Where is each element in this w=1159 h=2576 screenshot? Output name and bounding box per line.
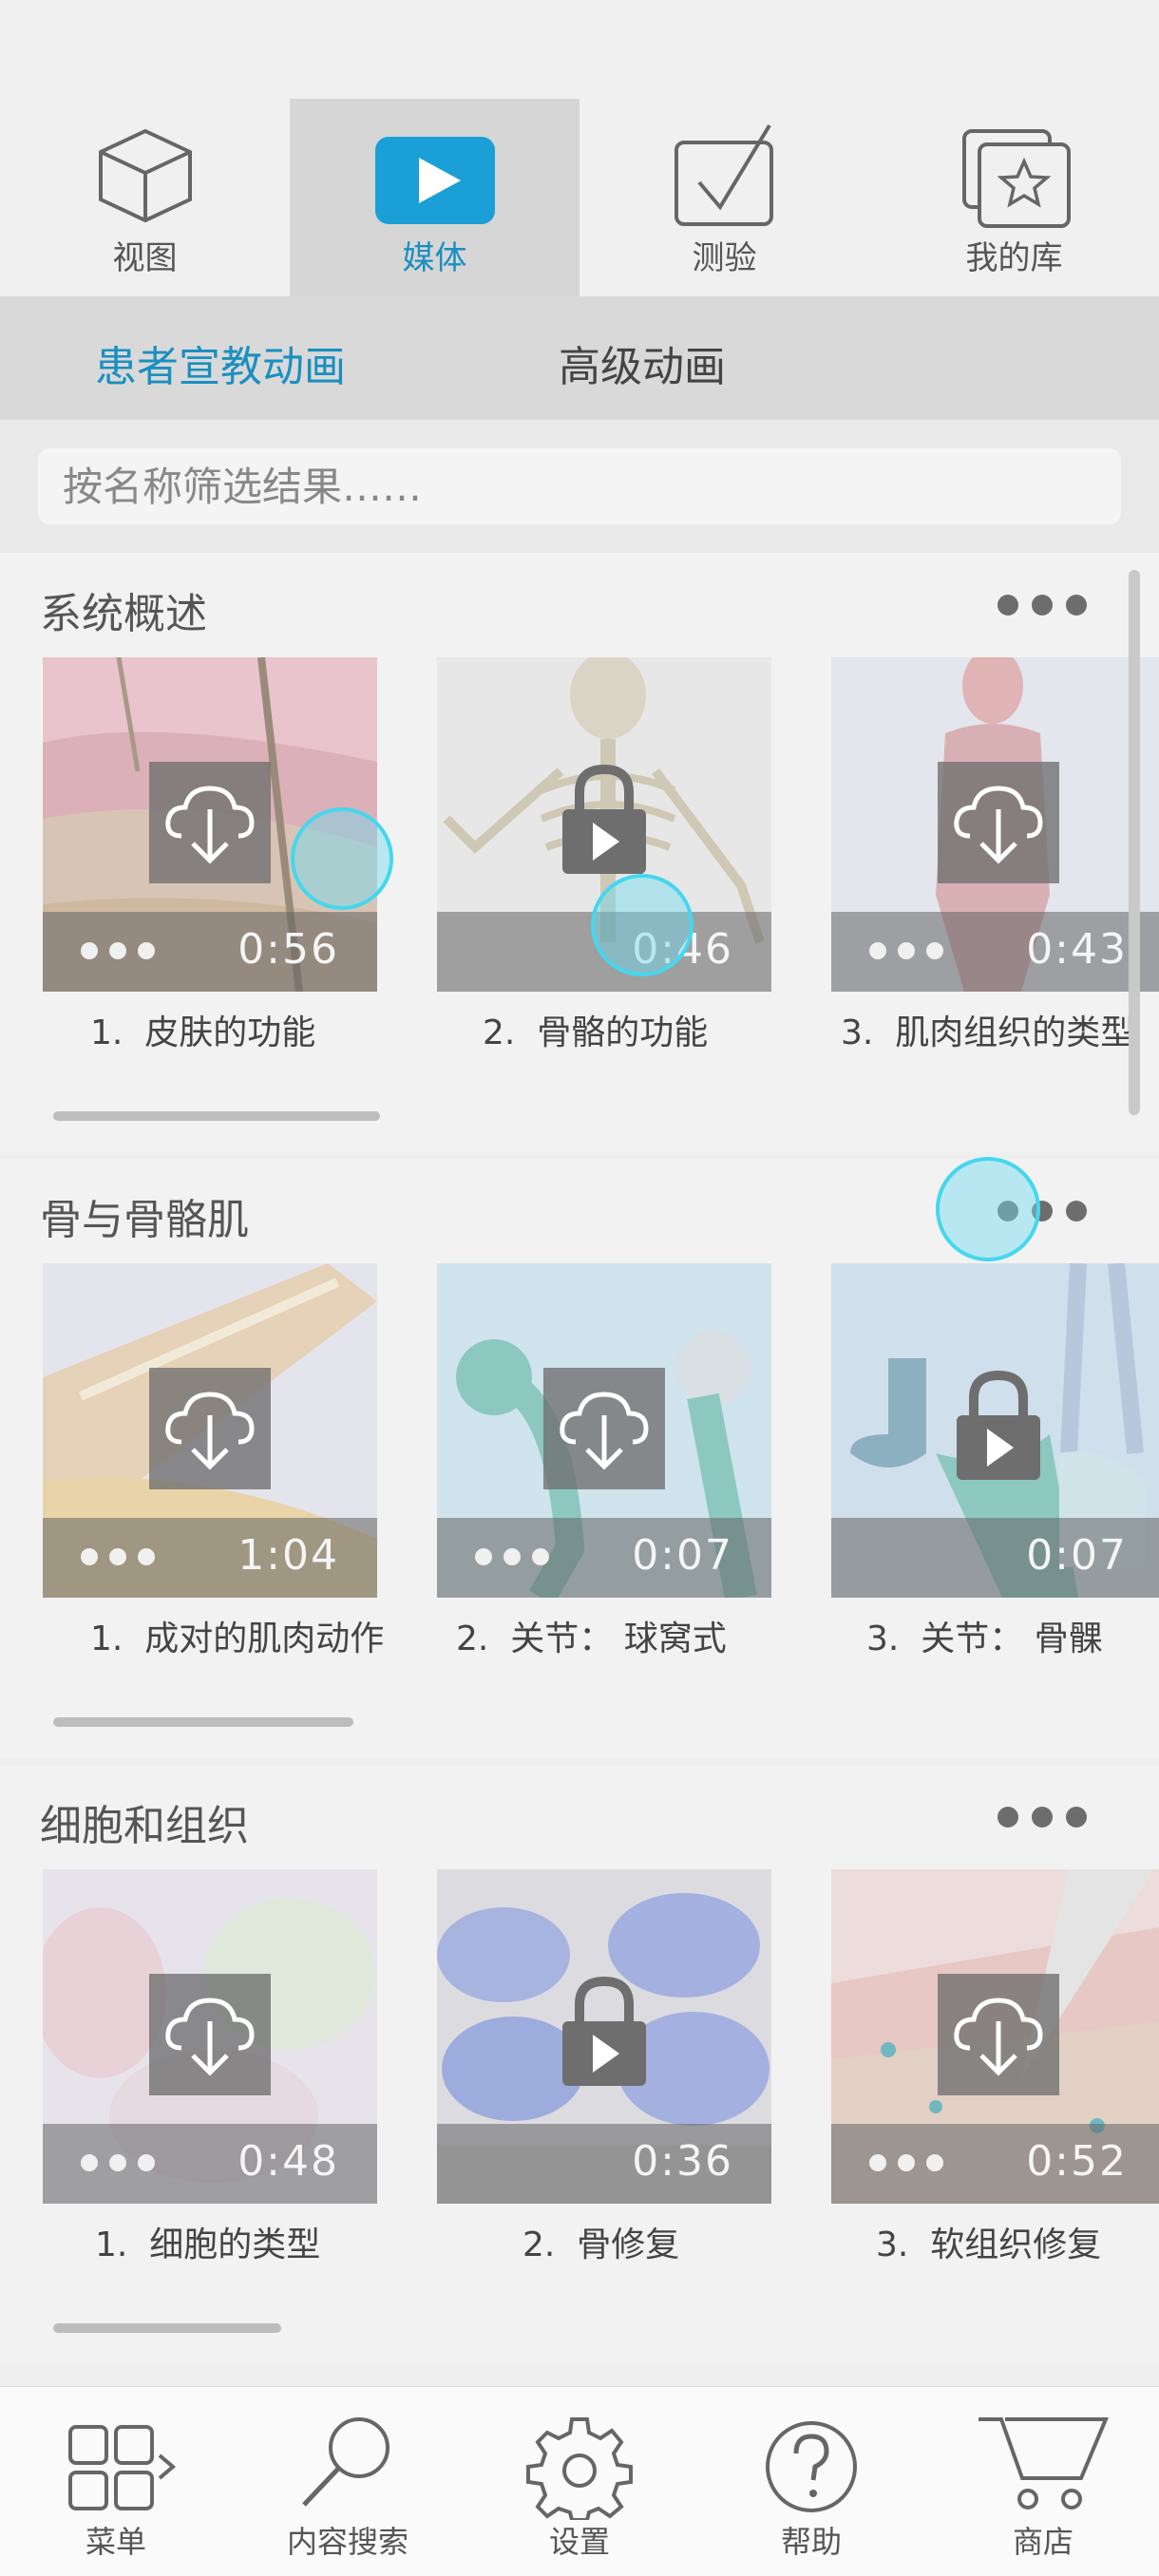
play-icon bbox=[374, 137, 495, 224]
nav-store[interactable]: 商店 bbox=[927, 2387, 1159, 2576]
cart-icon bbox=[978, 2417, 1110, 2510]
video-duration: 1:04 bbox=[238, 1531, 339, 1580]
card-options-icon[interactable] bbox=[869, 2154, 955, 2175]
video-card[interactable]: 0:43 bbox=[831, 657, 1159, 992]
video-title[interactable]: 1. 细胞的类型 bbox=[95, 2217, 320, 2266]
card-options-icon[interactable] bbox=[475, 1548, 560, 1569]
card-options-icon[interactable] bbox=[81, 2154, 166, 2175]
tab-label: 测验 bbox=[692, 239, 757, 277]
top-tab-bar: 视图 媒体 测验 我的库 bbox=[0, 0, 1159, 296]
video-title[interactable]: 3. 软组织修复 bbox=[876, 2217, 1101, 2266]
section-title: 系统概述 bbox=[40, 590, 207, 638]
nav-label: 菜单 bbox=[85, 2524, 146, 2560]
video-duration: 0:07 bbox=[1026, 1531, 1128, 1580]
card-options-icon[interactable] bbox=[81, 942, 166, 963]
horizontal-scrollbar[interactable] bbox=[53, 2323, 281, 2333]
nav-label: 商店 bbox=[1012, 2524, 1074, 2560]
grid-menu-icon bbox=[68, 2425, 177, 2510]
video-duration: 0:36 bbox=[632, 2137, 733, 2186]
video-duration: 0:43 bbox=[1026, 925, 1128, 974]
gear-icon bbox=[526, 2417, 633, 2520]
search-bar bbox=[0, 420, 1159, 553]
video-duration: 0:48 bbox=[238, 2137, 339, 2186]
more-options-icon[interactable] bbox=[998, 595, 1112, 623]
video-card[interactable]: 0:52 bbox=[831, 1869, 1159, 2204]
video-duration: 0:07 bbox=[632, 1531, 733, 1580]
video-card[interactable]: 0:07 bbox=[831, 1263, 1159, 1598]
nav-menu[interactable]: 菜单 bbox=[0, 2387, 232, 2576]
tab-library[interactable]: 我的库 bbox=[869, 99, 1159, 296]
vertical-scrollbar[interactable] bbox=[1129, 570, 1140, 1115]
video-card[interactable]: 0:48 bbox=[43, 1869, 377, 2204]
subtab-patient-education[interactable]: 患者宣教动画 bbox=[95, 332, 346, 393]
nav-content-search[interactable]: 内容搜索 bbox=[232, 2387, 464, 2576]
lock-play-icon[interactable] bbox=[560, 1974, 648, 2088]
tab-label: 媒体 bbox=[402, 239, 467, 277]
download-icon[interactable] bbox=[938, 1974, 1059, 2095]
video-title[interactable]: 2. 骨骼的功能 bbox=[483, 1005, 708, 1054]
section-system-overview: 系统概述 0:56 1. 皮肤的功能 0:46 2. 骨骼的功能 0:43 3.… bbox=[0, 553, 1159, 1151]
video-duration: 0:52 bbox=[1026, 2137, 1128, 2186]
cube-icon bbox=[98, 128, 192, 223]
nav-help[interactable]: 帮助 bbox=[695, 2387, 927, 2576]
nav-label: 设置 bbox=[548, 2524, 610, 2560]
tab-label: 我的库 bbox=[965, 239, 1063, 277]
download-icon[interactable] bbox=[149, 1368, 271, 1489]
video-duration: 0:56 bbox=[238, 925, 339, 974]
checkbox-icon bbox=[674, 123, 773, 226]
horizontal-scrollbar[interactable] bbox=[53, 1717, 353, 1727]
section-title: 细胞和组织 bbox=[40, 1802, 249, 1850]
nav-settings[interactable]: 设置 bbox=[464, 2387, 695, 2576]
video-card[interactable]: 0:07 bbox=[437, 1263, 771, 1598]
tab-media[interactable]: 媒体 bbox=[290, 99, 580, 296]
more-options-icon[interactable] bbox=[998, 1807, 1112, 1835]
section-title: 骨与骨骼肌 bbox=[40, 1196, 249, 1244]
download-icon[interactable] bbox=[543, 1368, 665, 1489]
lock-play-icon[interactable] bbox=[955, 1368, 1042, 1482]
tab-quiz[interactable]: 测验 bbox=[580, 99, 869, 296]
tab-label: 视图 bbox=[112, 239, 178, 277]
download-icon[interactable] bbox=[149, 1974, 271, 2095]
video-title[interactable]: 3. 关节： 骨髁 bbox=[866, 1611, 1103, 1660]
bottom-nav: 菜单 内容搜索 设置 帮助 商店 bbox=[0, 2386, 1159, 2576]
search-input[interactable] bbox=[38, 448, 1121, 524]
tab-view[interactable]: 视图 bbox=[0, 99, 290, 296]
video-title[interactable]: 1. 皮肤的功能 bbox=[90, 1005, 315, 1054]
video-title[interactable]: 1. 成对的肌肉动作 bbox=[90, 1611, 384, 1660]
touch-indicator bbox=[591, 874, 694, 976]
card-options-icon[interactable] bbox=[81, 1548, 166, 1569]
video-title[interactable]: 3. 肌肉组织的类型 bbox=[841, 1005, 1134, 1054]
video-card[interactable]: 0:36 bbox=[437, 1869, 771, 2204]
download-icon[interactable] bbox=[938, 762, 1059, 883]
lock-play-icon[interactable] bbox=[560, 762, 648, 876]
touch-indicator bbox=[936, 1157, 1040, 1261]
card-options-icon[interactable] bbox=[869, 942, 955, 963]
help-icon bbox=[766, 2421, 857, 2512]
video-title[interactable]: 2. 关节： 球窝式 bbox=[456, 1611, 727, 1660]
section-cells-tissue: 细胞和组织 0:48 1. 细胞的类型 0:36 2. 骨修复 0:52 3. … bbox=[0, 1765, 1159, 2363]
subtab-advanced[interactable]: 高级动画 bbox=[559, 332, 726, 393]
nav-label: 内容搜索 bbox=[286, 2524, 408, 2560]
nav-label: 帮助 bbox=[780, 2524, 842, 2560]
download-icon[interactable] bbox=[149, 762, 271, 883]
sub-tab-bar: 患者宣教动画 高级动画 bbox=[0, 296, 1159, 420]
video-card[interactable]: 1:04 bbox=[43, 1263, 377, 1598]
horizontal-scrollbar[interactable] bbox=[53, 1111, 380, 1121]
video-title[interactable]: 2. 骨修复 bbox=[522, 2217, 679, 2266]
touch-indicator bbox=[291, 807, 393, 910]
search-icon bbox=[302, 2417, 390, 2507]
star-library-icon bbox=[961, 129, 1071, 228]
